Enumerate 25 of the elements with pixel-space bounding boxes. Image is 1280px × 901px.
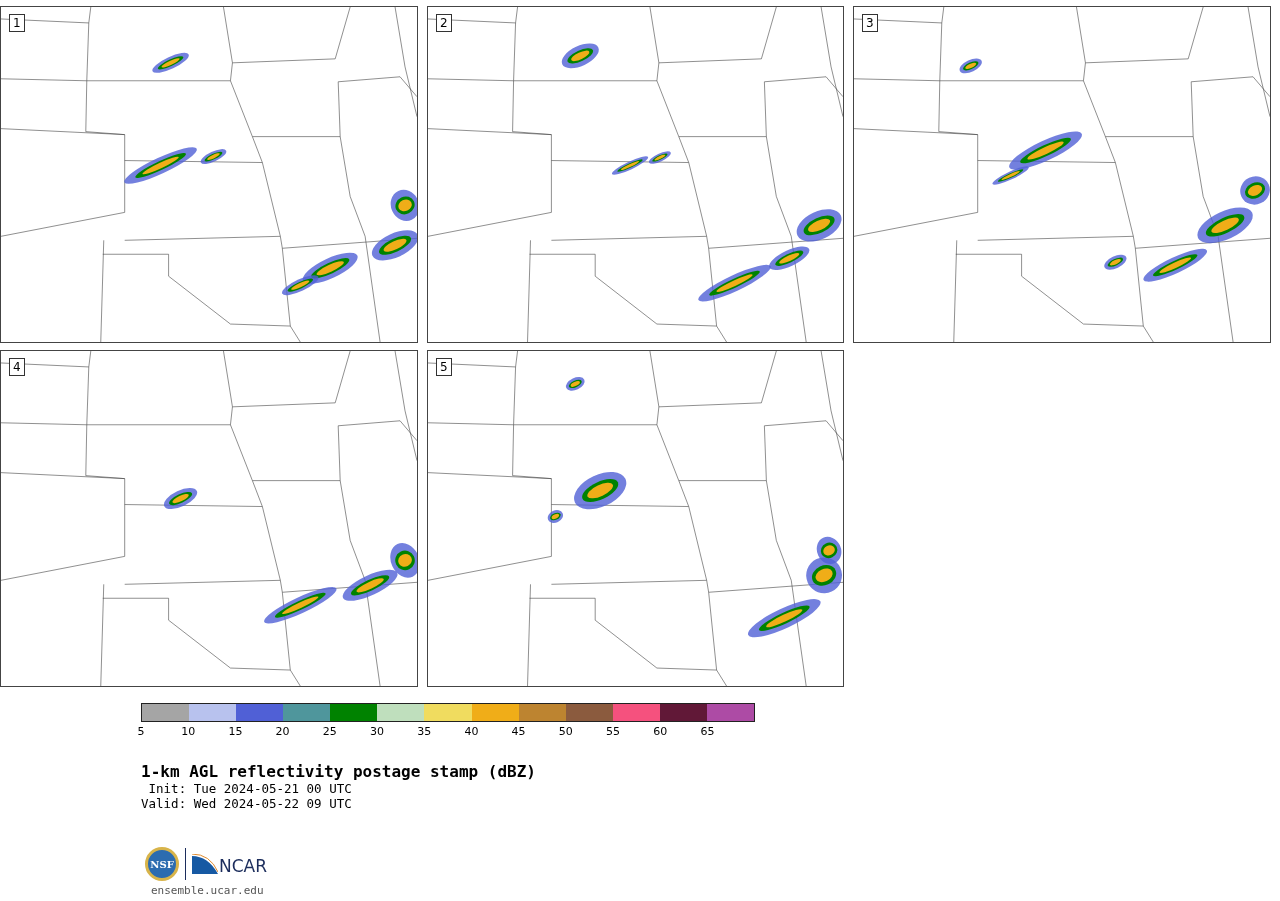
panel-number: 5 [436,358,452,376]
tick-label: 20 [275,726,290,738]
ncar-logo-text: NCAR [219,857,268,875]
tick-label: 5 [137,726,145,738]
tick-label: 35 [417,726,432,738]
panel-number: 3 [862,14,878,32]
tick-label: 25 [322,726,337,738]
chart-title: 1-km AGL reflectivity postage stamp (dBZ) [141,763,536,781]
tick-label: 40 [464,726,479,738]
ncar-swoosh-icon [192,854,218,874]
tick-label: 50 [558,726,573,738]
init-time: Init: Tue 2024-05-21 00 UTC [147,781,352,796]
tick-label: 60 [653,726,668,738]
panel-number: 1 [9,14,25,32]
tick-label: 65 [700,726,715,738]
tick-label: 30 [370,726,384,738]
website-url: ensemble.ucar.edu [151,883,264,899]
panel-number: 4 [9,358,25,376]
nsf-logo: NSF [145,847,179,881]
tick-label: 55 [606,726,620,738]
tick-label: 45 [511,726,526,738]
tick-label: 15 [228,726,243,738]
panel-number: 2 [436,14,452,32]
tick-label: 10 [181,726,196,738]
valid-time: Valid: Wed 2024-05-22 09 UTC [141,796,352,811]
